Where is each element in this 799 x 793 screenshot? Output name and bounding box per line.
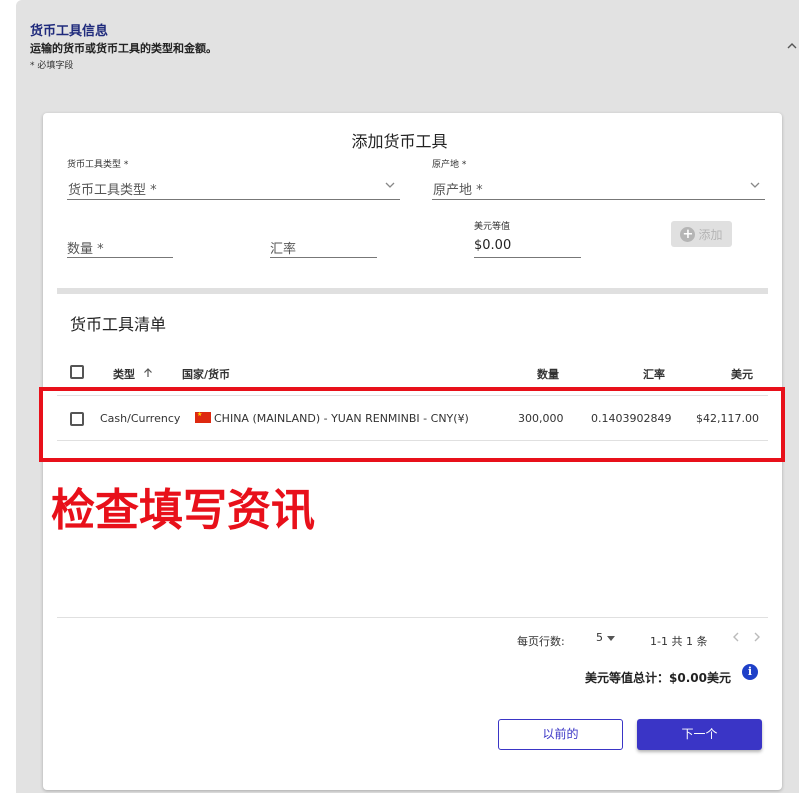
add-instrument-title: 添加货币工具 bbox=[351, 132, 448, 151]
rows-per-page-label: 每页行数: bbox=[517, 635, 565, 648]
rows-per-page-select[interactable]: 5 bbox=[596, 631, 615, 644]
origin-placeholder: 原产地 bbox=[433, 183, 473, 198]
instrument-type-label-text: 货币工具类型 bbox=[67, 160, 122, 170]
required-star: * bbox=[150, 183, 157, 198]
quantity-placeholder: 数量 bbox=[67, 242, 94, 257]
info-icon[interactable]: i bbox=[742, 664, 758, 680]
column-header-rate: 汇率 bbox=[643, 368, 665, 381]
exchange-rate-input[interactable]: 汇率 bbox=[270, 234, 377, 258]
instrument-list-title: 货币工具清单 bbox=[70, 315, 167, 334]
pagination-divider bbox=[57, 617, 768, 618]
column-header-quantity: 数量 bbox=[537, 368, 559, 381]
required-star: * bbox=[476, 183, 483, 198]
origin-select[interactable]: 原产地 * bbox=[432, 176, 765, 200]
chevron-right-icon[interactable] bbox=[752, 631, 762, 647]
select-all-checkbox[interactable] bbox=[70, 365, 84, 379]
column-type-label: 类型 bbox=[113, 368, 135, 381]
next-button[interactable]: 下一个 bbox=[637, 719, 762, 750]
previous-button[interactable]: 以前的 bbox=[498, 719, 623, 750]
origin-label-text: 原产地 bbox=[432, 160, 460, 170]
origin-label: 原产地 * bbox=[432, 157, 466, 170]
highlight-box bbox=[39, 387, 785, 462]
usd-equiv-input[interactable]: $0.00 bbox=[474, 234, 581, 258]
dropdown-arrow-icon bbox=[607, 635, 615, 641]
usd-equiv-label: 美元等值 bbox=[474, 222, 511, 232]
add-circle-icon: + bbox=[680, 226, 696, 242]
rows-per-page-value: 5 bbox=[596, 631, 603, 644]
quantity-input[interactable]: 数量 * bbox=[67, 234, 173, 258]
add-button-label: 添加 bbox=[698, 227, 723, 242]
exchange-rate-placeholder: 汇率 bbox=[270, 242, 297, 257]
chevron-down-icon bbox=[749, 179, 761, 191]
origin-value: 原产地 * bbox=[433, 179, 483, 198]
required-star: * bbox=[97, 242, 104, 257]
section-divider bbox=[57, 288, 768, 294]
quantity-value: 数量 * bbox=[67, 238, 104, 257]
required-star: * bbox=[123, 160, 129, 170]
instrument-type-select[interactable]: 货币工具类型 * bbox=[67, 176, 400, 200]
arrow-up-icon bbox=[143, 368, 153, 381]
instrument-type-value: 货币工具类型 * bbox=[68, 179, 157, 198]
usd-total: 美元等值总计：$0.00美元 bbox=[585, 671, 731, 685]
annotation-text: 检查填写资讯 bbox=[51, 485, 315, 536]
required-star: * bbox=[461, 160, 467, 170]
column-header-usd: 美元 bbox=[731, 368, 753, 381]
instrument-type-label: 货币工具类型 * bbox=[67, 157, 128, 170]
chevron-left-icon[interactable] bbox=[731, 631, 741, 647]
usd-equiv-value: $0.00 bbox=[474, 238, 512, 253]
column-header-country: 国家/货币 bbox=[182, 368, 231, 381]
column-header-type[interactable]: 类型 bbox=[113, 366, 153, 382]
section-description: 运输的货币或货币工具的类型和金额。 bbox=[30, 42, 217, 55]
add-button[interactable]: + 添加 bbox=[671, 221, 732, 247]
instrument-type-placeholder: 货币工具类型 bbox=[68, 183, 147, 198]
section-title: 货币工具信息 bbox=[30, 24, 109, 39]
required-fields-note: * 必填字段 bbox=[30, 61, 74, 71]
chevron-down-icon bbox=[384, 179, 396, 191]
pagination-range: 1-1 共 1 条 bbox=[650, 635, 708, 648]
chevron-up-icon[interactable] bbox=[786, 40, 798, 52]
